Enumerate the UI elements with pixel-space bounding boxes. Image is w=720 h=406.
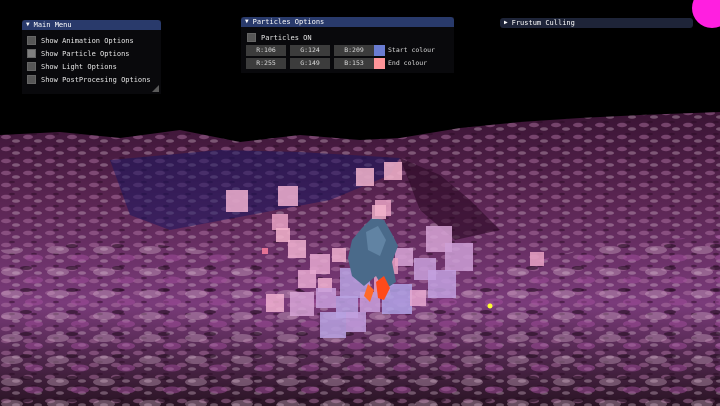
light-checkbox[interactable]: [27, 62, 36, 71]
light-source: [487, 303, 493, 309]
particles-options-window[interactable]: ▼ Particles Options Particles ON R:106 G…: [241, 17, 454, 73]
start-colour-swatch[interactable]: [374, 45, 385, 56]
particle: [320, 312, 346, 338]
menu-item-light[interactable]: Show Light Options: [27, 62, 117, 71]
particle: [410, 290, 426, 306]
particle: [278, 186, 298, 206]
start-colour-label: Start colour: [388, 46, 435, 54]
particle: [384, 162, 402, 180]
particle: [445, 243, 473, 271]
particle: [272, 214, 288, 230]
menu-item-label: Show Animation Options: [41, 36, 134, 45]
main-menu-titlebar[interactable]: ▼ Main Menu: [22, 20, 161, 30]
collapse-arrow-icon[interactable]: ▼: [245, 17, 249, 27]
end-b-field[interactable]: B:153: [334, 58, 374, 69]
particle: [316, 288, 336, 308]
particle: [346, 312, 366, 332]
end-r-field[interactable]: R:255: [246, 58, 286, 69]
particles-titlebar[interactable]: ▼ Particles Options: [241, 17, 454, 27]
particles-on-label: Particles ON: [261, 33, 312, 42]
end-g-field[interactable]: G:149: [290, 58, 330, 69]
particle: [262, 248, 268, 254]
particles-title: Particles Options: [252, 18, 325, 26]
particle: [276, 228, 290, 242]
start-g-field[interactable]: G:124: [290, 45, 330, 56]
particle: [290, 292, 314, 316]
particle: [266, 294, 284, 312]
menu-item-postprocessing[interactable]: Show PostProcesing Options: [27, 75, 151, 84]
start-r-field[interactable]: R:106: [246, 45, 286, 56]
menu-item-particle[interactable]: Show Particle Options: [27, 49, 130, 58]
end-colour-swatch[interactable]: [374, 58, 385, 69]
particle: [530, 252, 544, 266]
particles-on-checkbox[interactable]: [247, 33, 256, 42]
resize-grip-icon[interactable]: [152, 85, 159, 92]
particle: [332, 248, 346, 262]
main-menu-title: Main Menu: [33, 21, 72, 29]
main-menu-window[interactable]: ▼ Main Menu Show Animation Options Show …: [22, 20, 161, 94]
particle: [356, 168, 374, 186]
frustum-titlebar[interactable]: ▶ Frustum Culling: [500, 18, 693, 28]
particle-checkbox[interactable]: [27, 49, 36, 58]
particle: [226, 190, 248, 212]
particle: [298, 270, 316, 288]
menu-item-label: Show Light Options: [41, 62, 117, 71]
menu-item-label: Show Particle Options: [41, 49, 130, 58]
animation-checkbox[interactable]: [27, 36, 36, 45]
particle: [428, 270, 456, 298]
end-colour-label: End colour: [388, 59, 428, 67]
expand-arrow-icon[interactable]: ▶: [504, 18, 508, 28]
menu-item-label: Show PostProcesing Options: [41, 75, 151, 84]
start-b-field[interactable]: B:209: [334, 45, 374, 56]
collapse-arrow-icon[interactable]: ▼: [26, 20, 30, 30]
particle: [288, 240, 306, 258]
frustum-culling-window[interactable]: ▶ Frustum Culling: [500, 18, 693, 28]
frustum-title: Frustum Culling: [511, 19, 575, 27]
postprocessing-checkbox[interactable]: [27, 75, 36, 84]
particles-on-toggle[interactable]: Particles ON: [247, 33, 312, 42]
menu-item-animation[interactable]: Show Animation Options: [27, 36, 134, 45]
